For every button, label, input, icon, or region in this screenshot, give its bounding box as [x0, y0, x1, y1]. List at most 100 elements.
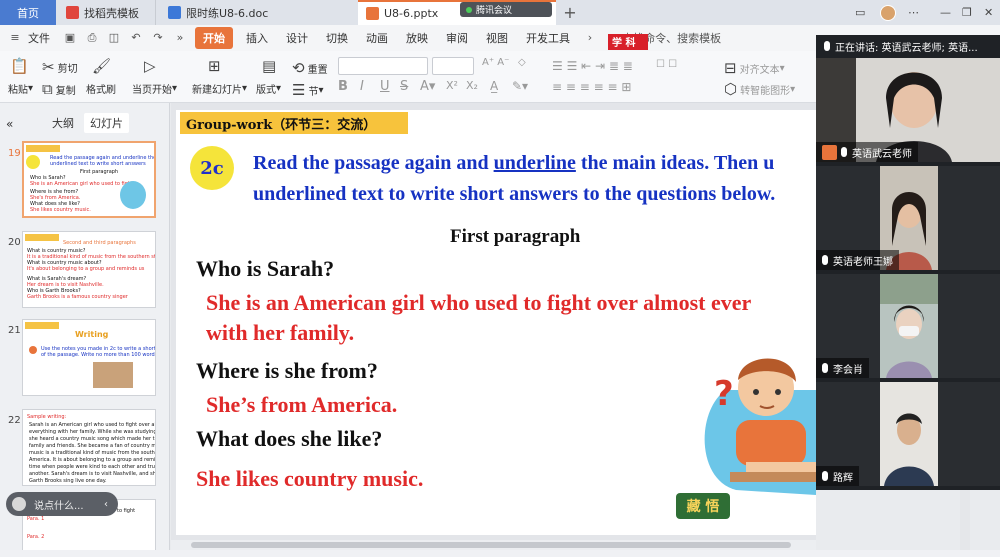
section-icon: ☰ — [292, 81, 306, 99]
vertical-scrollbar[interactable] — [960, 490, 970, 550]
horizontal-scrollbar[interactable] — [171, 540, 816, 550]
thumb-text: Para. 1 — [27, 516, 45, 522]
thumb-text: Writing — [75, 330, 109, 339]
font-color-icon[interactable]: A▾ — [420, 79, 435, 94]
tab-template[interactable]: 找稻壳模板 — [56, 0, 156, 25]
layout-button[interactable]: 版式 ▾ — [256, 81, 281, 96]
increase-font-icon[interactable]: A⁺ A⁻ — [482, 57, 509, 68]
thumb-illustration — [120, 181, 146, 209]
from-current-button[interactable]: 当页开始 ▾ — [132, 81, 177, 96]
instruction-text: the main ideas. Then u — [575, 152, 775, 174]
menu-transition[interactable]: 切换 — [317, 30, 357, 46]
tab-slides[interactable]: 幻灯片 — [84, 113, 129, 133]
convert-smartart-label: 转智能图形 — [740, 85, 791, 97]
subscript-icon[interactable]: X₂ — [466, 79, 478, 92]
clear-format-icon[interactable]: ◇ — [518, 57, 526, 68]
thumb-badge — [29, 346, 37, 354]
font-family-select[interactable] — [338, 57, 428, 75]
bold-icon[interactable]: B — [338, 79, 348, 94]
redo-icon[interactable]: ↷ — [151, 31, 165, 45]
paste-icon[interactable]: 📋 — [10, 57, 32, 75]
paste-button[interactable]: 粘贴 ▾ — [8, 81, 33, 96]
hamburger-icon[interactable]: ≡ — [8, 31, 22, 45]
slide-thumbnail-21[interactable]: Writing Use the notes you made in 2c to … — [22, 319, 156, 396]
preview-icon[interactable]: ◫ — [107, 31, 121, 45]
tab-template-label: 找稻壳模板 — [84, 6, 139, 20]
save-icon[interactable]: ▣ — [63, 31, 77, 45]
menu-animation[interactable]: 动画 — [357, 30, 397, 46]
restore-icon[interactable]: ❐ — [962, 0, 972, 25]
video-tile-1[interactable]: 英语武云老师 — [816, 58, 1000, 162]
video-tile-4[interactable]: 路辉 — [816, 382, 1000, 486]
text-box-icons[interactable]: ☐ ☐ — [656, 59, 677, 70]
tab-home[interactable]: 首页 — [0, 0, 56, 25]
reset-button[interactable]: ⟲ 重置 — [292, 59, 328, 77]
shadow-icon[interactable]: A̲ — [490, 79, 498, 93]
question-3: What does she like? — [196, 426, 383, 451]
play-icon[interactable]: ▷ — [144, 57, 159, 75]
align-icons[interactable]: ≡ ≡ ≡ ≡ ≡ ⊞ — [552, 80, 631, 94]
close-window-icon[interactable]: ✕ — [984, 0, 993, 25]
answer-2: She’s from America. — [206, 392, 398, 417]
font-size-select[interactable] — [432, 57, 474, 75]
layout-icon[interactable]: ▤ — [262, 57, 279, 75]
section-button[interactable]: ☰ 节 ▾ — [292, 81, 323, 99]
scroll-thumb[interactable] — [191, 542, 791, 548]
thumb-text: another. Sarah's dream is to visit Nashv… — [29, 471, 156, 477]
chat-input[interactable]: 说点什么... ‹ — [6, 492, 118, 516]
menu-file[interactable]: 文件 — [26, 30, 59, 46]
tab-doc[interactable]: 限时练U8-6.doc — [158, 0, 348, 25]
format-painter-icon[interactable]: 🖌 — [92, 57, 114, 75]
strikethrough-icon[interactable]: S — [400, 79, 408, 94]
new-slide-button[interactable]: 新建幻灯片 ▾ — [192, 81, 247, 96]
video-tile-2[interactable]: 英语老师王娜 — [816, 166, 1000, 270]
answer-3: She likes country music. — [196, 466, 424, 491]
slide-thumbnail-19[interactable]: Read the passage again and underline the… — [22, 141, 156, 218]
italic-icon[interactable]: I — [360, 79, 364, 94]
slide-canvas[interactable]: Group-work（环节三：交流） 2c Read the passage a… — [176, 110, 816, 535]
superscript-icon[interactable]: X² — [446, 79, 458, 92]
copy-button[interactable]: ⧉ 复制 — [42, 80, 76, 98]
convert-smartart-button[interactable]: ⬡ 转智能图形 ▾ — [724, 80, 795, 98]
instruction-line-1: Read the passage again and underline the… — [253, 152, 774, 175]
new-slide-icon[interactable]: ⊞ — [208, 57, 224, 75]
menu-developer[interactable]: 开发工具 — [517, 30, 579, 46]
highlight-icon[interactable]: ✎▾ — [512, 79, 528, 93]
format-painter-button[interactable]: 格式刷 — [86, 81, 116, 96]
pptx-icon — [366, 7, 379, 20]
activity-badge: 2c — [190, 146, 234, 190]
menu-slideshow[interactable]: 放映 — [397, 30, 437, 46]
menu-insert[interactable]: 插入 — [237, 30, 277, 46]
menu-review[interactable]: 审阅 — [437, 30, 477, 46]
meeting-badge[interactable]: 腾讯会议 — [460, 2, 552, 17]
thinking-boy-illustration: ? — [704, 358, 816, 495]
slide-thumbnail-20[interactable]: Second and third paragraphs What is coun… — [22, 231, 156, 308]
menu-scroll-right-icon[interactable]: › — [583, 31, 597, 45]
thumb-header-bar — [25, 322, 59, 329]
thumb-text: Sample writing: — [27, 414, 67, 420]
list-icons[interactable]: ☰ ☰ ⇤ ⇥ ≣ ≣ — [552, 59, 633, 73]
minimize-icon[interactable]: — — [940, 0, 951, 25]
question-1: Who is Sarah? — [196, 256, 335, 281]
user-avatar[interactable] — [880, 0, 896, 25]
undo-icon[interactable]: ↶ — [129, 31, 143, 45]
video-tile-3[interactable]: 李会肖 — [816, 274, 1000, 378]
menu-start[interactable]: 开始 — [195, 27, 233, 49]
underline-icon[interactable]: U — [380, 79, 390, 94]
thumb-text: family and friends. She became a fan of … — [29, 443, 156, 449]
slide-thumbnail-22[interactable]: Sample writing: Sarah is an American gir… — [22, 409, 156, 486]
thumb-text: First paragraph — [80, 169, 119, 175]
new-tab-button[interactable]: + — [560, 0, 580, 25]
tab-outline[interactable]: 大纲 — [52, 115, 74, 131]
cut-button[interactable]: ✂ 剪切 — [42, 58, 78, 76]
menu-view[interactable]: 视图 — [477, 30, 517, 46]
menu-design[interactable]: 设计 — [277, 30, 317, 46]
chat-collapse-icon[interactable]: ‹ — [104, 499, 108, 510]
status-bar — [0, 550, 1000, 557]
print-icon[interactable]: ⎙ — [85, 31, 99, 45]
window-layout-icon[interactable]: ▭ — [855, 0, 865, 25]
align-text-button[interactable]: ⊟ 对齐文本 ▾ — [724, 59, 785, 77]
more-icon[interactable]: ⋯ — [908, 0, 919, 25]
expand-icon[interactable]: » — [173, 31, 187, 45]
instruction-underlined: underline — [493, 152, 576, 174]
